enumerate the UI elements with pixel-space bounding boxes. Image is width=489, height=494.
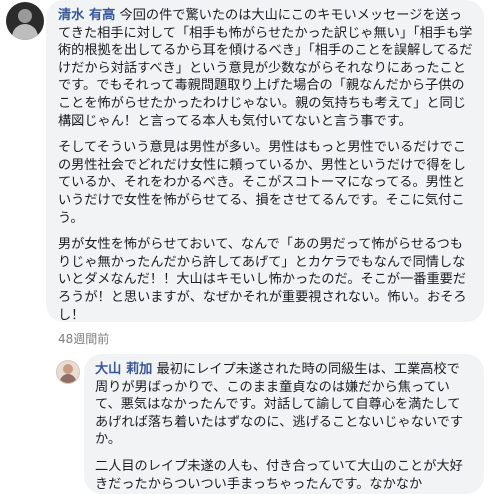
reply-avatar[interactable] [56, 360, 80, 384]
comment-paragraph: 清水 有高 今回の件で驚いたのは大山にこのキモいメッセージを送ってきた相手に対し… [58, 7, 473, 130]
avatar-head [63, 364, 73, 374]
commenter-avatar[interactable] [6, 2, 44, 40]
comment-paragraph: そしてそういう意見は男性が多い。男性はもっと男性でいるだけでこの男性社会でどれだ… [58, 140, 467, 226]
comment-paragraph: 男が女性を怖がらせておいて、なんで「あの男だって怖がらせるつもりじゃ無かったんだ… [58, 237, 467, 323]
avatar-body [60, 374, 76, 383]
reply-paragraph: 大山 莉加 最初にレイプ未遂された時の同級生は、工業高校で周りが男ばっかりで、こ… [95, 361, 473, 449]
avatar-body [12, 24, 38, 40]
reply-bubble: 大山 莉加 最初にレイプ未遂された時の同級生は、工業高校で周りが男ばっかりで、こ… [84, 354, 484, 494]
comment-bubble: 清水 有高 今回の件で驚いたのは大山にこのキモいメッセージを送ってきた相手に対し… [46, 0, 484, 323]
comment-timestamp[interactable]: 48週間前 [58, 330, 109, 347]
comment-text: 今回の件で驚いたのは大山にこのキモいメッセージを送ってきた相手に対して「相手も怖… [58, 8, 473, 129]
comment-author[interactable]: 清水 有高 [58, 8, 115, 23]
reply-author[interactable]: 大山 莉加 [95, 362, 152, 377]
avatar-head [18, 9, 32, 23]
reply-paragraph: 二人目のレイプ未遂の人も、付き合っていて大山のことが大好きだったからついつい手ま… [95, 458, 463, 492]
